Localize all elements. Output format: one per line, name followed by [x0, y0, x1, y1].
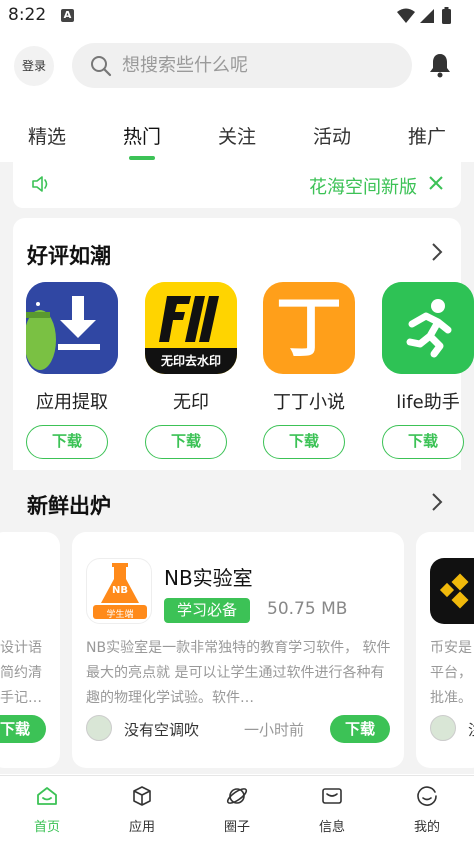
app-description: NB实验室是一款非常独特的教育学习软件， 软件最大的亮点就 是可以让学生通过软件… [86, 640, 391, 706]
category-tabs: 精选 热门 关注 活动 推广 [0, 112, 474, 162]
home-icon [37, 787, 57, 805]
nav-profile[interactable]: 我的 [387, 784, 467, 835]
tab-promotion[interactable]: 推广 [408, 122, 446, 149]
binance-logo [430, 558, 474, 624]
post-time: 一小时前 [244, 721, 305, 739]
avatar [430, 715, 456, 741]
chevron-right-icon[interactable] [430, 492, 444, 512]
author-name[interactable]: 注 [468, 719, 474, 740]
app-item-extract[interactable]: 应用提取 下载 [26, 282, 118, 459]
ding-character-icon: 丁 [263, 282, 355, 374]
cube-icon [133, 786, 151, 806]
active-tab-indicator [129, 156, 155, 160]
download-button[interactable]: 下载 [330, 715, 390, 743]
icon-badge: NB [112, 585, 128, 596]
author-name[interactable]: 没有空调吹 [124, 719, 199, 740]
flask-icon: NB 学生端 [86, 558, 152, 624]
nav-label: 圈子 [223, 820, 250, 835]
wuyin-logo: 无印去水印 [145, 282, 237, 374]
search-bar[interactable] [72, 43, 412, 88]
tab-hot[interactable]: 热门 [123, 122, 161, 149]
wifi-signal-battery-icon [397, 7, 451, 24]
nav-label: 应用 [128, 820, 155, 835]
nav-messages[interactable]: 信息 [292, 784, 372, 835]
app-item-wuyin[interactable]: 无印去水印 无印 下载 [145, 282, 237, 459]
fresh-card-nb-lab[interactable]: NB 学生端 NB实验室 学习必备 50.75 MB NB实验室是一款非常独特的… [72, 532, 404, 768]
notice-bar[interactable]: 花海空间新版 [13, 162, 461, 208]
icon-caption: 无印去水印 [160, 354, 221, 368]
download-button[interactable]: 下载 [0, 715, 46, 743]
notification-a-icon: A [61, 9, 74, 22]
android-download-icon [26, 282, 118, 374]
category-tag: 学习必备 [164, 598, 251, 623]
download-button[interactable]: 下载 [26, 425, 108, 459]
close-icon[interactable] [427, 174, 445, 192]
status-icons [396, 6, 466, 26]
icon-glyph: 丁 [276, 289, 342, 366]
app-name: NB实验室 [164, 566, 253, 590]
search-input[interactable] [122, 43, 392, 88]
partial-desc-line: 批准。 [430, 690, 472, 706]
partial-desc-line: 币安是 [430, 640, 472, 656]
top-header: 登录 [0, 32, 474, 100]
file-size: 50.75 MB [267, 599, 348, 619]
nav-label: 首页 [33, 820, 60, 835]
bell-icon[interactable] [428, 52, 452, 78]
smile-icon [417, 786, 437, 806]
app-name: life助手 [396, 392, 460, 413]
partial-desc-line: 平台， [430, 665, 472, 681]
fresh-card-right-partial[interactable]: 币安是 平台， 批准。 注 [416, 532, 474, 768]
download-button[interactable]: 下载 [382, 425, 464, 459]
fresh-card-left-partial[interactable]: 设计语 简约清 手记… 下载 [0, 532, 60, 768]
mail-icon [322, 788, 342, 804]
bottom-navigation: 首页 应用 圈子 信息 我的 [0, 775, 474, 842]
partial-desc-line: 手记… [0, 690, 42, 706]
tab-featured[interactable]: 精选 [28, 122, 66, 149]
app-item-life[interactable]: life助手 下载 [382, 282, 474, 459]
partial-desc-line: 设计语 [0, 640, 42, 656]
app-name: 无印 [173, 392, 209, 413]
status-bar: 8:22 A [0, 0, 474, 32]
search-icon [91, 56, 112, 77]
tab-follow[interactable]: 关注 [218, 122, 256, 149]
app-item-dingding[interactable]: 丁 丁丁小说 下载 [263, 282, 355, 459]
speaker-icon [32, 176, 48, 192]
app-name: 应用提取 [36, 392, 108, 413]
nav-apps[interactable]: 应用 [102, 784, 182, 835]
chevron-right-icon[interactable] [430, 242, 444, 262]
planet-icon [226, 788, 248, 804]
nav-label: 信息 [318, 820, 345, 835]
nav-home[interactable]: 首页 [7, 784, 87, 835]
running-man-icon [382, 282, 474, 374]
nav-circle[interactable]: 圈子 [197, 784, 277, 835]
popular-section-title: 好评如潮 [27, 244, 111, 268]
app-name: 丁丁小说 [273, 392, 345, 413]
avatar [86, 715, 112, 741]
fresh-section-title: 新鲜出炉 [27, 494, 111, 518]
icon-caption: 学生端 [106, 610, 134, 620]
login-button[interactable]: 登录 [14, 46, 54, 86]
status-time: 8:22 [8, 5, 47, 25]
tab-events[interactable]: 活动 [313, 122, 351, 149]
notice-text[interactable]: 花海空间新版 [309, 173, 417, 199]
download-button[interactable]: 下载 [145, 425, 227, 459]
download-button[interactable]: 下载 [263, 425, 345, 459]
nav-label: 我的 [413, 820, 440, 835]
partial-desc-line: 简约清 [0, 665, 42, 681]
